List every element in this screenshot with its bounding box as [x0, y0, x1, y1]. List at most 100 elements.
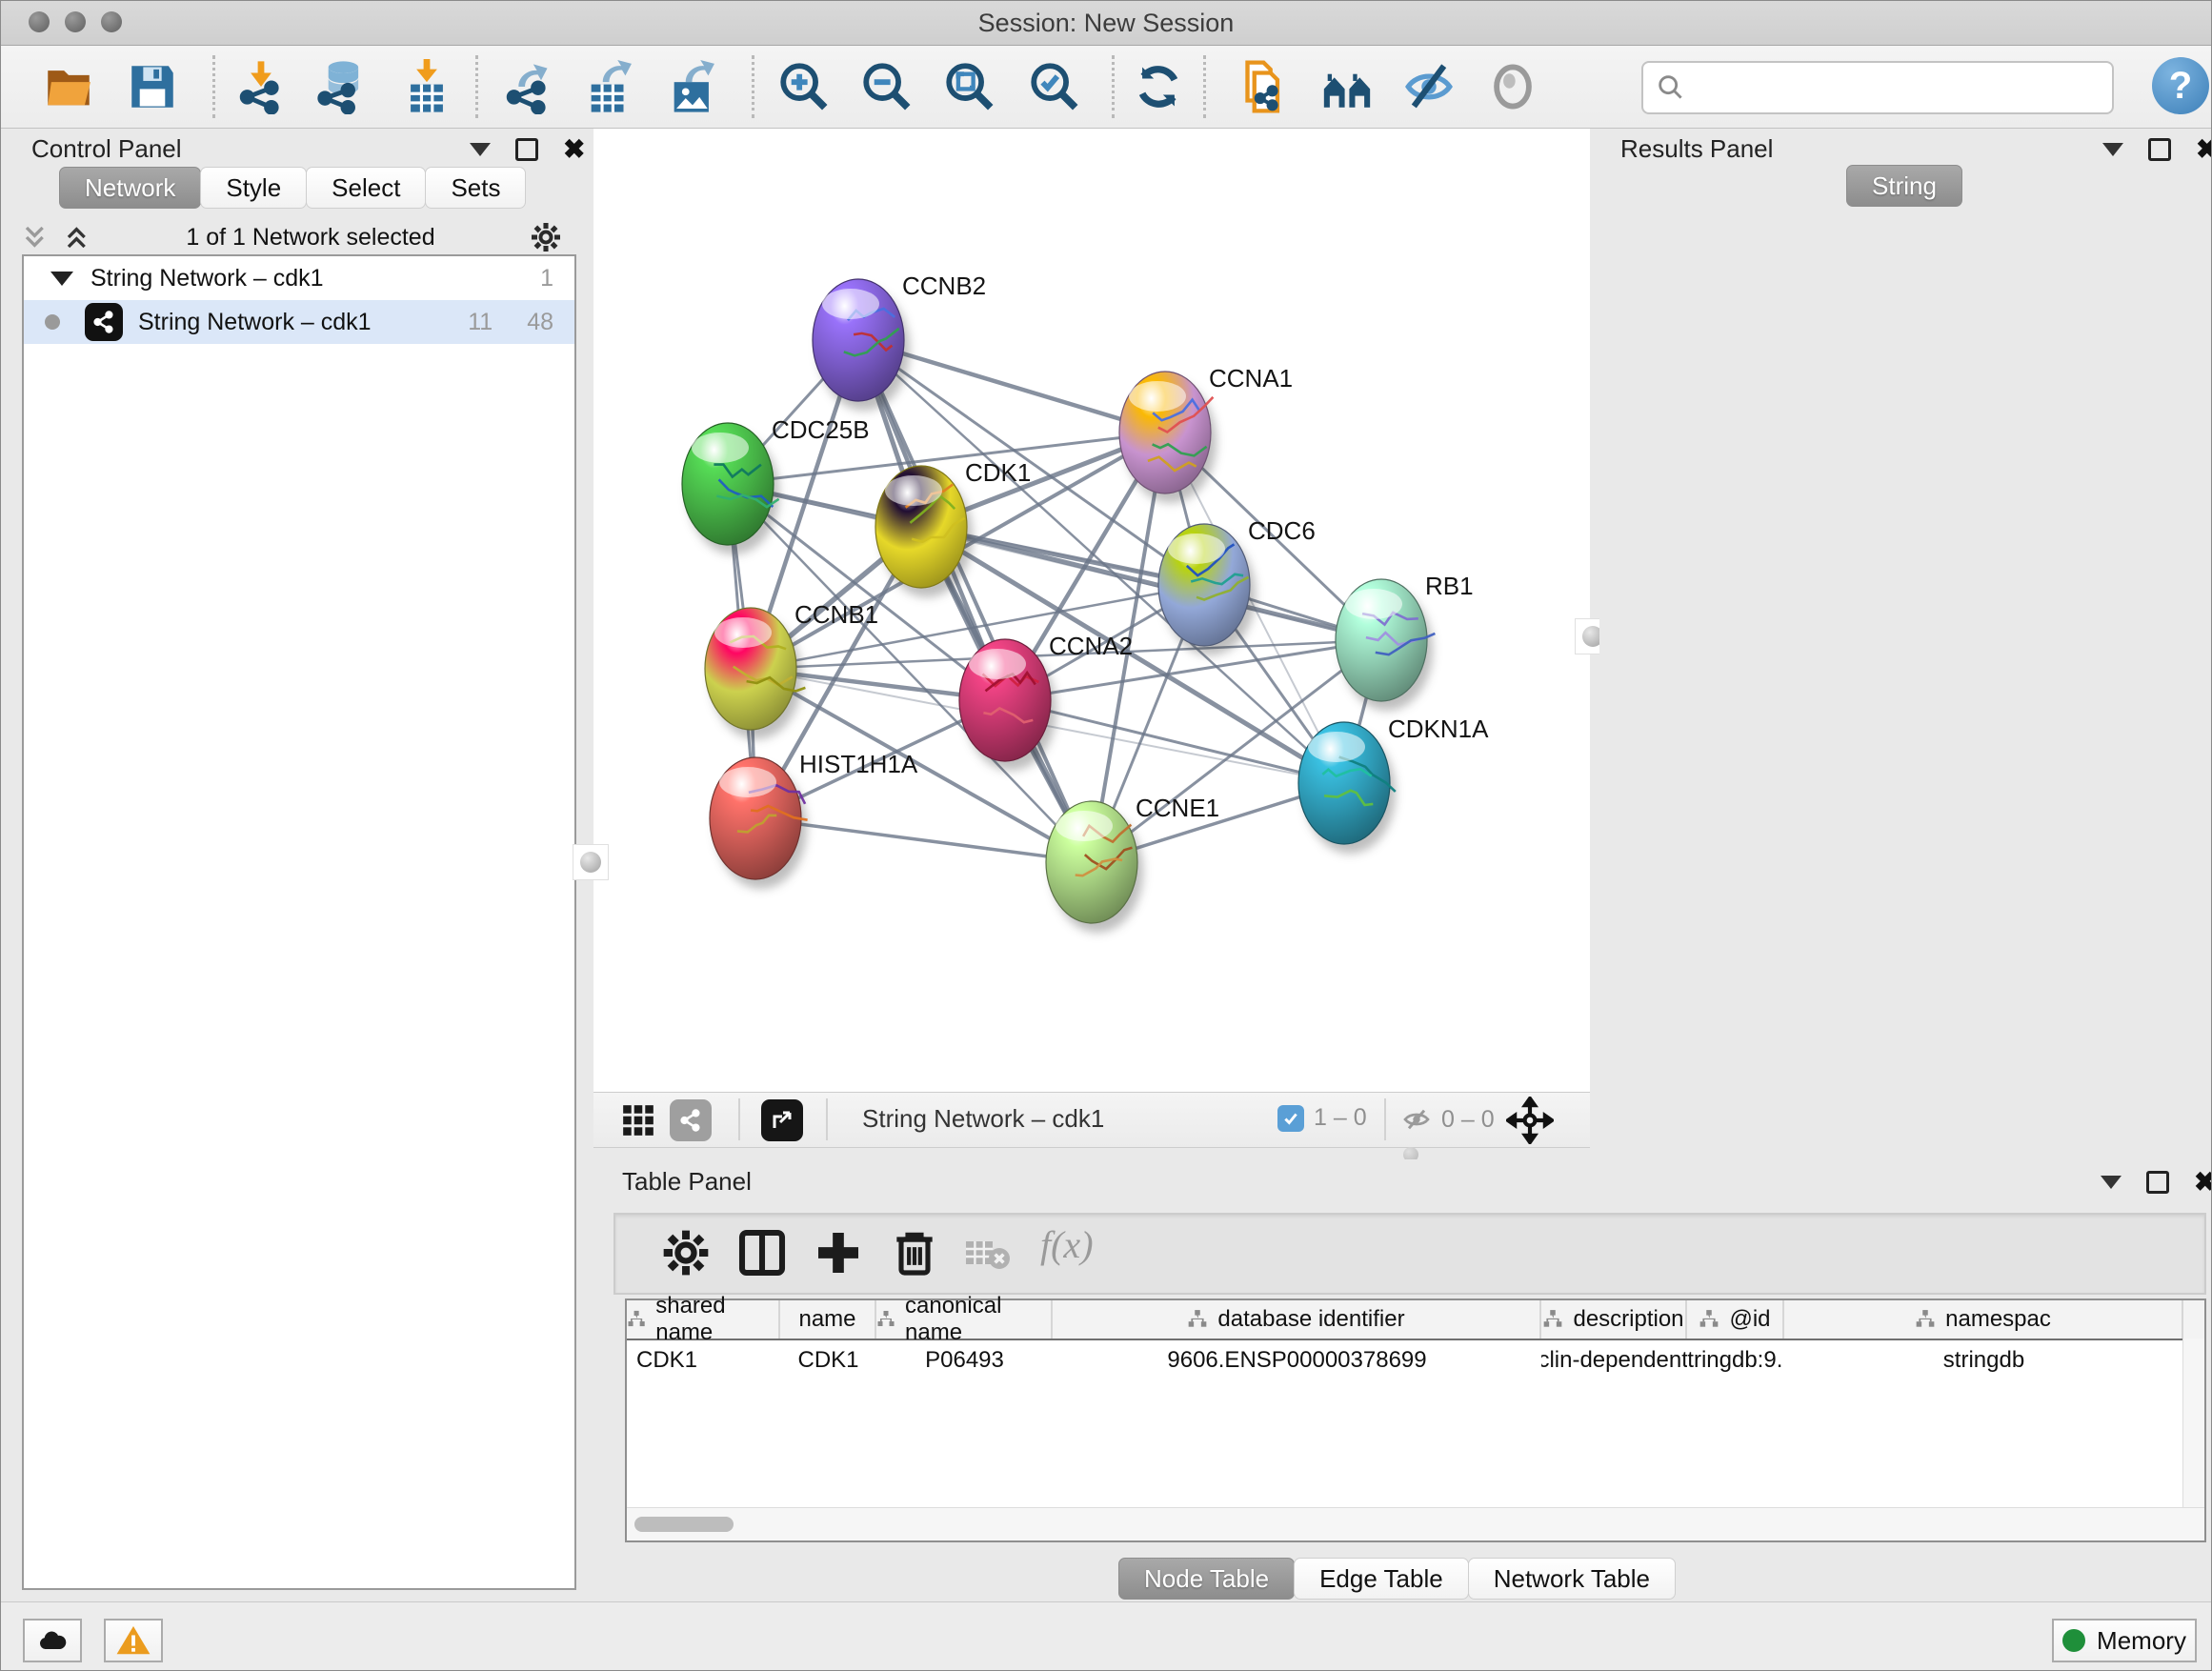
open-session-icon[interactable]	[41, 59, 96, 114]
export-table-icon[interactable]	[582, 59, 637, 114]
toolbar-separator	[212, 55, 215, 118]
node-CCNB2[interactable]: CCNB2	[813, 272, 986, 411]
cloud-status-button[interactable]	[23, 1619, 82, 1662]
memory-button[interactable]: Memory	[2052, 1619, 2197, 1662]
selected-count: 1 – 0	[1314, 1104, 1367, 1132]
column-header-canonical-name[interactable]: canonical name	[876, 1300, 1053, 1339]
network-collection-row[interactable]: String Network – cdk1 1	[24, 256, 574, 300]
close-panel-icon[interactable]: ✖	[2194, 1174, 2212, 1191]
zoom-in-icon[interactable]	[776, 59, 832, 114]
collapse-panel-icon[interactable]	[2102, 143, 2123, 156]
import-network-from-database-icon[interactable]	[313, 59, 369, 114]
import-table-from-file-icon[interactable]	[399, 59, 454, 114]
table-cell[interactable]: CDK1	[627, 1340, 780, 1380]
tab-style[interactable]: Style	[200, 167, 307, 209]
tab-select[interactable]: Select	[306, 167, 426, 209]
new-network-from-selection-icon[interactable]	[1234, 59, 1289, 114]
table-cell[interactable]: 9606.ENSP00000378699	[1053, 1340, 1541, 1380]
import-network-from-file-icon[interactable]	[233, 59, 289, 114]
column-header-@id[interactable]: @id	[1687, 1300, 1784, 1339]
show-columns-icon[interactable]	[735, 1226, 789, 1279]
collapse-panel-icon[interactable]	[2101, 1176, 2122, 1189]
node-HIST1H1A[interactable]: HIST1H1A	[710, 750, 918, 889]
tab-node-table[interactable]: Node Table	[1118, 1558, 1295, 1600]
tab-sets[interactable]: Sets	[425, 167, 526, 209]
float-panel-icon[interactable]	[2148, 138, 2171, 161]
pan-crosshair-icon[interactable]	[1506, 1097, 1554, 1144]
column-header-database-identifier[interactable]: database identifier	[1053, 1300, 1541, 1339]
node-CCNE1[interactable]: CCNE1	[1046, 794, 1219, 933]
table-cell[interactable]: stringdb	[1784, 1340, 2183, 1380]
table-cell[interactable]: CDK1	[780, 1340, 876, 1380]
edge-CCNB2-CCNE1[interactable]	[858, 340, 1092, 862]
expand-all-icon[interactable]	[64, 223, 92, 252]
table-row[interactable]: CDK1CDK1P064939606.ENSP00000378699cyclin…	[627, 1340, 2204, 1380]
zoom-selected-icon[interactable]	[1027, 59, 1082, 114]
first-neighbors-icon[interactable]	[1319, 59, 1375, 114]
grid-view-icon[interactable]	[620, 1102, 656, 1138]
save-session-icon[interactable]	[125, 59, 180, 114]
tab-network[interactable]: Network	[59, 167, 201, 209]
table-vertical-scrollbar[interactable]	[2182, 1339, 2204, 1508]
table-body: CDK1CDK1P064939606.ENSP00000378699cyclin…	[627, 1340, 2204, 1380]
warning-status-button[interactable]	[104, 1619, 163, 1662]
node-CCNA2[interactable]: CCNA2	[959, 632, 1133, 771]
column-header-shared-name[interactable]: shared name	[627, 1300, 780, 1339]
tab-string[interactable]: String	[1846, 165, 1962, 207]
selected-checkbox-icon[interactable]	[1277, 1105, 1304, 1132]
node-label-CDKN1A: CDKN1A	[1388, 715, 1489, 743]
help-icon[interactable]: ?	[2152, 57, 2209, 114]
collapse-panel-icon[interactable]	[470, 143, 491, 156]
table-cell[interactable]: cyclin-dependent ...	[1541, 1340, 1687, 1380]
delete-column-icon[interactable]	[888, 1226, 941, 1279]
export-network-icon[interactable]	[500, 59, 555, 114]
column-label: shared name	[655, 1293, 778, 1346]
window-title: Session: New Session	[1, 9, 2211, 38]
search-input[interactable]	[1695, 73, 2112, 102]
left-splitter-handle[interactable]	[573, 844, 609, 880]
node-CCNA1[interactable]: CCNA1	[1119, 364, 1293, 503]
float-panel-icon[interactable]	[515, 138, 538, 161]
close-panel-icon[interactable]: ✖	[563, 141, 585, 158]
refresh-icon[interactable]	[1131, 59, 1186, 114]
table-cell[interactable]: stringdb:9...	[1687, 1340, 1784, 1380]
network-row-selected[interactable]: String Network – cdk1 11 48	[24, 300, 574, 344]
hidden-eye-icon[interactable]	[1401, 1104, 1432, 1135]
scrollbar-thumb[interactable]	[634, 1517, 734, 1532]
column-label: name	[798, 1306, 855, 1333]
zoom-out-icon[interactable]	[859, 59, 915, 114]
column-header-description[interactable]: description	[1541, 1300, 1687, 1339]
add-column-icon[interactable]	[812, 1226, 865, 1279]
node-CDC6[interactable]: CDC6	[1158, 516, 1316, 655]
table-toolbar: f(x)	[613, 1213, 2206, 1295]
node-label-CCNE1: CCNE1	[1136, 794, 1219, 822]
fit-content-icon[interactable]	[942, 59, 997, 114]
collapse-all-icon[interactable]	[22, 223, 50, 252]
collection-expander-icon[interactable]	[50, 272, 73, 286]
column-header-name[interactable]: name	[780, 1300, 876, 1339]
tab-network-table[interactable]: Network Table	[1468, 1558, 1676, 1600]
network-canvas[interactable]: CCNB2CCNA1CDC25BCDK1CDC6RB1CCNB1CCNA2CDK…	[593, 129, 1590, 1092]
table-horizontal-scrollbar[interactable]	[627, 1507, 2204, 1540]
node-CDKN1A[interactable]: CDKN1A	[1298, 715, 1489, 854]
delete-table-icon[interactable]	[962, 1226, 1012, 1279]
export-image-icon[interactable]	[665, 59, 720, 114]
toolbar-separator	[1112, 55, 1115, 118]
column-header-namespac[interactable]: namespac	[1784, 1300, 2183, 1339]
detach-view-icon[interactable]	[761, 1099, 803, 1141]
show-all-icon[interactable]	[1485, 59, 1540, 114]
float-panel-icon[interactable]	[2146, 1171, 2169, 1194]
function-builder-icon[interactable]: f(x)	[1040, 1222, 1094, 1267]
network-options-gear-icon[interactable]	[529, 220, 563, 254]
table-cell[interactable]: P06493	[876, 1340, 1053, 1380]
network-view-icon[interactable]	[670, 1099, 712, 1141]
table-options-gear-icon[interactable]	[659, 1226, 713, 1279]
close-panel-icon[interactable]: ✖	[2196, 141, 2212, 158]
column-label: namespac	[1945, 1306, 2051, 1333]
node-CCNB1[interactable]: CCNB1	[705, 600, 878, 739]
node-CDK1[interactable]: CDK1	[875, 458, 1031, 597]
node-RB1[interactable]: RB1	[1336, 572, 1474, 711]
network-graph[interactable]: CCNB2CCNA1CDC25BCDK1CDC6RB1CCNB1CCNA2CDK…	[593, 129, 1590, 1092]
tab-edge-table[interactable]: Edge Table	[1294, 1558, 1469, 1600]
hide-selected-icon[interactable]	[1401, 59, 1457, 114]
